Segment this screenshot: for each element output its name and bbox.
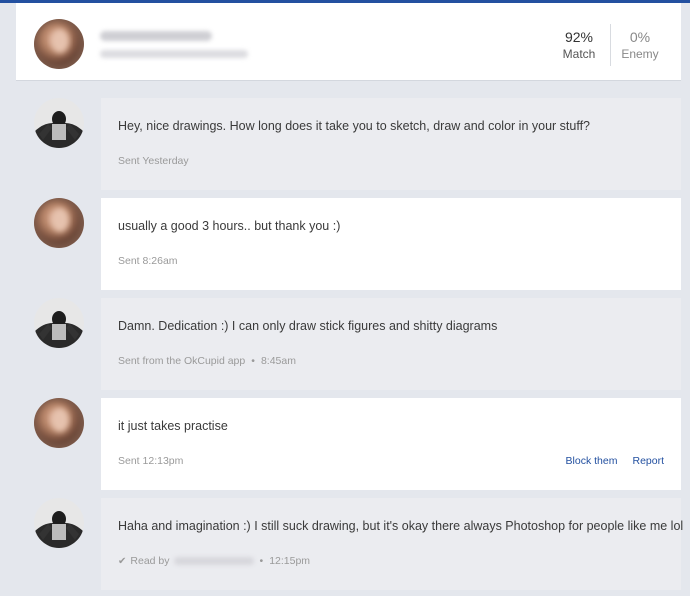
message-actions: Block them Report	[566, 455, 664, 467]
message-text: Haha and imagination :) I still suck dra…	[118, 519, 684, 533]
message-meta: Sent from the OkCupid app • 8:45am	[118, 355, 296, 367]
separator-dot: •	[251, 355, 255, 367]
block-button[interactable]: Block them	[566, 455, 618, 467]
message-bubble: Haha and imagination :) I still suck dra…	[101, 498, 684, 590]
message-meta: Sent Yesterday	[118, 155, 189, 167]
message-text: Damn. Dedication :) I can only draw stic…	[118, 319, 498, 333]
message-meta: Sent 8:26am	[118, 255, 178, 267]
reader-name-blurred	[173, 557, 254, 565]
sender-avatar[interactable]	[34, 298, 84, 348]
sender-avatar[interactable]	[34, 98, 84, 148]
sender-avatar[interactable]	[34, 498, 84, 548]
match-avatar[interactable]	[34, 19, 84, 69]
enemy-value: 0%	[629, 29, 651, 45]
match-label: Match	[562, 47, 596, 61]
location-blurred	[100, 50, 248, 58]
username-blurred[interactable]	[100, 31, 212, 41]
match-percentage: 92% Match	[556, 28, 602, 62]
message-bubble: usually a good 3 hours.. but thank you :…	[101, 198, 681, 290]
sent-time: Sent 12:13pm	[118, 455, 184, 467]
my-avatar[interactable]	[34, 198, 84, 248]
message-bubble: Damn. Dedication :) I can only draw stic…	[101, 298, 681, 390]
message-meta: Sent 12:13pm	[118, 455, 183, 467]
message-text: Hey, nice drawings. How long does it tak…	[118, 119, 591, 133]
separator-dot: •	[259, 555, 264, 567]
message-text: usually a good 3 hours.. but thank you :…	[118, 219, 341, 233]
sent-time: Sent Yesterday	[118, 155, 189, 167]
stat-divider	[610, 24, 611, 66]
checkmark-icon: ✔	[118, 555, 127, 567]
read-label: Read by	[130, 555, 170, 567]
enemy-label: Enemy	[621, 47, 659, 61]
message-bubble: Hey, nice drawings. How long does it tak…	[101, 98, 681, 190]
message-bubble: it just takes practise Sent 12:13pm Bloc…	[101, 398, 681, 490]
my-avatar[interactable]	[34, 398, 84, 448]
message-text: it just takes practise	[118, 419, 228, 433]
report-button[interactable]: Report	[632, 455, 664, 467]
match-value: 92%	[564, 29, 594, 45]
sent-time: Sent 8:26am	[118, 255, 178, 267]
message-meta: ✔ Read by • 12:15pm	[118, 555, 310, 567]
conversation-header: 92% Match 0% Enemy	[16, 3, 681, 81]
sent-time: 8:45am	[260, 355, 296, 367]
enemy-percentage: 0% Enemy	[616, 28, 664, 62]
sent-via: Sent from the OkCupid app	[118, 355, 246, 367]
read-time: 12:15pm	[269, 555, 311, 567]
